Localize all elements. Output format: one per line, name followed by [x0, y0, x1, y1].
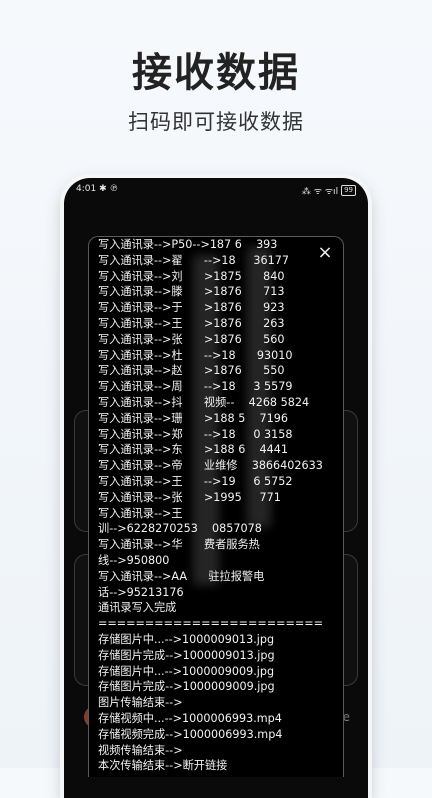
log-line: 写入通讯录-->帝 业维修 3866402633: [98, 459, 323, 473]
log-line: 写入通讯录-->于 >1876 923: [98, 301, 285, 315]
log-line: 存储图片完成-->1000009009.jpg: [98, 680, 275, 694]
log-line: ========================: [98, 617, 323, 631]
transfer-log-dialog: 写入通讯录-->P50-->187 6 393 写入通讯录-->翟 -->18 3…: [88, 236, 344, 777]
hero-title: 接收数据: [132, 50, 300, 96]
log-line: 写入通讯录-->周 -->18 3 5579: [98, 380, 293, 394]
log-line: 存储图片中...-->1000009009.jpg: [98, 664, 275, 678]
log-line: 存储视频完成-->1000006993.mp4: [98, 727, 283, 741]
log-line: 写入通讯录-->滕 >1876 713: [98, 285, 285, 299]
log-line: 存储图片中...-->1000009013.jpg: [98, 632, 275, 646]
close-icon[interactable]: ×: [315, 243, 335, 263]
log-line: 写入通讯录-->抖 视频-- 4268 5824: [98, 395, 310, 409]
log-line: 写入通讯录-->P50-->187 6 393: [98, 238, 278, 251]
log-line: 写入通讯录-->杜 -->18 93010: [98, 348, 293, 362]
log-line: 写入通讯录-->张 >1995 771: [98, 490, 281, 504]
log-line: 写入通讯录-->张 >1876 560: [98, 332, 285, 346]
battery-icon: 99: [341, 185, 356, 196]
log-line: 写入通讯录-->AA 驻拉报警电: [98, 569, 265, 583]
log-line: 视频传输结束-->: [98, 743, 183, 757]
log-line: 写入通讯录-->刘 >1875 840: [98, 269, 285, 283]
log-line: 存储视频中...-->1000006993.mp4: [98, 711, 282, 725]
status-icons: ⁂ ᯤ ᯤıl 99: [302, 184, 356, 197]
log-line: 写入通讯录-->郑 -->18 0 3158: [98, 427, 293, 441]
log-line: 写入通讯录-->华 费者服务热: [98, 538, 260, 552]
transfer-log: 写入通讯录-->P50-->187 6 393 写入通讯录-->翟 -->18 3…: [98, 237, 336, 774]
log-line: 图片传输结束-->: [98, 696, 183, 710]
status-bar: 4:01 ✱ ℗ ⁂ ᯤ ᯤıl 99: [76, 184, 356, 198]
log-line: 写入通讯录-->王 -->19 6 5752: [98, 474, 293, 488]
log-line: 写入通讯录-->珊 >188 5 7196: [98, 411, 289, 425]
signal-icon: ⁂ ᯤ ᯤıl: [301, 187, 339, 197]
log-line: 线-->950800: [98, 553, 170, 567]
log-line: 本次传输结束-->断开链接: [98, 759, 228, 773]
log-line: 写入通讯录-->东 >188 6 4441: [98, 443, 289, 457]
hero-subtitle: 扫码即可接收数据: [128, 110, 304, 134]
log-line: 写入通讯录-->赵 >1876 550: [98, 364, 285, 378]
status-left-icons: ✱ ℗: [99, 184, 119, 194]
log-line: 写入通讯录-->王: [98, 506, 183, 520]
log-line: 存储图片完成-->1000009013.jpg: [98, 648, 275, 662]
log-line: 训-->6228270253 0857078: [98, 522, 262, 536]
log-line: 话-->95213176: [98, 585, 184, 599]
log-line: 写入通讯录-->王 >1876 263: [98, 316, 285, 330]
log-line: 写入通讯录-->翟 -->18 36177: [98, 253, 289, 267]
log-line: 通讯录写入完成: [98, 601, 177, 615]
status-time: 4:01 ✱ ℗: [76, 184, 119, 194]
